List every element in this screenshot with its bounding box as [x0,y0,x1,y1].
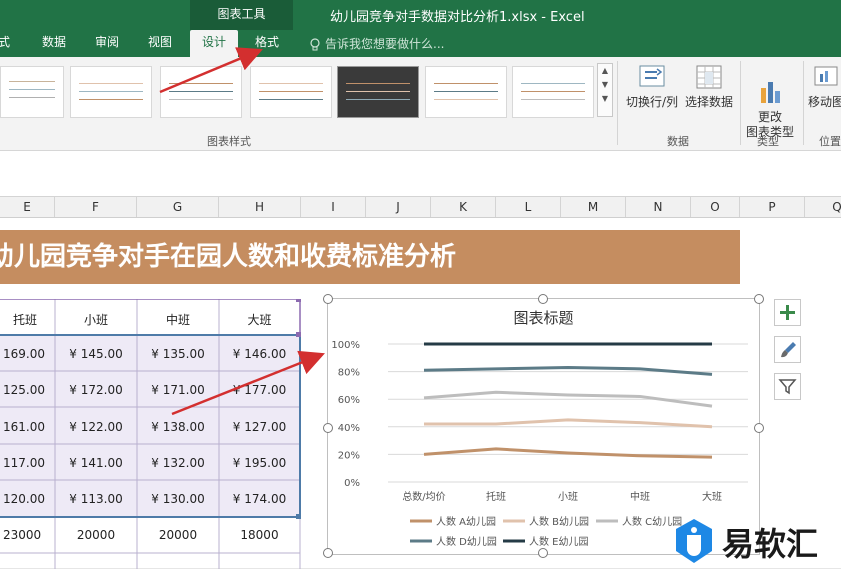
arrow-to-format-tab [159,47,263,94]
arrow-to-chart [171,350,325,416]
watermark-text: 易软汇 [722,525,819,563]
watermark-logo-icon [676,519,712,563]
watermark: 易软汇 [670,513,840,568]
annotation-arrows [159,47,325,416]
